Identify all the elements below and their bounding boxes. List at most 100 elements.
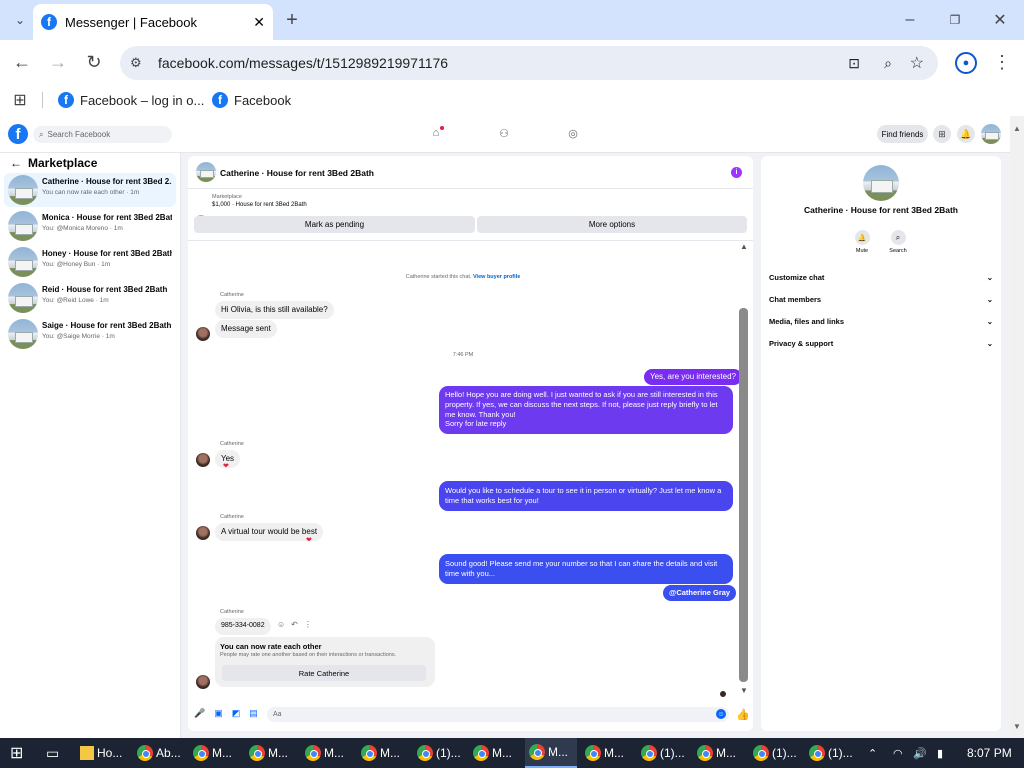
chat-scrollbar[interactable]: ▲ ▼ [739, 242, 749, 695]
profile-icon[interactable]: ● [955, 52, 977, 74]
info-avatar[interactable] [863, 165, 899, 201]
restore-icon[interactable]: ❐ [945, 8, 965, 32]
taskbar-item[interactable]: M... [249, 738, 288, 768]
incoming-message[interactable]: Hi Olivia, is this still available? [215, 301, 334, 319]
chat-header-avatar[interactable] [196, 162, 216, 182]
info-icon[interactable]: i [731, 167, 742, 178]
account-avatar[interactable] [981, 124, 1001, 144]
taskbar-item[interactable]: (1)... [641, 738, 685, 768]
active-tab[interactable]: f Messenger | Facebook ✕ [33, 4, 273, 40]
page-scroll-down-icon[interactable]: ▼ [1013, 722, 1021, 731]
mute-action[interactable]: 🔔 Mute [851, 230, 873, 254]
scroll-down-icon[interactable]: ▼ [740, 686, 748, 695]
window-close-icon[interactable]: ✕ [990, 8, 1010, 32]
mark-as-pending-button[interactable]: Mark as pending [194, 216, 475, 233]
more-options-button[interactable]: More options [477, 216, 747, 233]
menu-grid-icon[interactable]: ⊞ [933, 125, 951, 143]
site-info-icon[interactable]: ⚙ [130, 55, 150, 71]
bookmark-facebook[interactable]: f Facebook [212, 92, 291, 108]
fb-search-box[interactable]: ⌕ Search Facebook [33, 126, 172, 143]
sender-avatar[interactable] [196, 675, 210, 689]
bookmark-star-icon[interactable]: ☆ [910, 53, 924, 73]
find-friends-button[interactable]: Find friends [877, 125, 928, 143]
search-action[interactable]: ⌕ Search [887, 230, 909, 254]
conversation-item-monica[interactable]: Monica · House for rent 3Bed 2Bath You: … [4, 209, 176, 243]
outgoing-message[interactable]: Hello! Hope you are doing well. I just w… [439, 386, 733, 434]
battery-icon[interactable]: ▮ [937, 738, 943, 768]
gif-icon[interactable]: ▤ [249, 708, 258, 719]
taskbar-item[interactable]: Ab... [137, 738, 181, 768]
facebook-logo-icon[interactable]: f [8, 124, 28, 144]
tray-chevron-icon[interactable]: ⌃ [868, 738, 877, 768]
task-view-icon[interactable]: ▭ [46, 738, 59, 768]
customize-chat-section[interactable]: Customize chat ⌄ [769, 273, 993, 282]
taskbar-item[interactable]: M... [697, 738, 736, 768]
taskbar-item[interactable]: M... [193, 738, 232, 768]
forward-icon[interactable]: → [48, 50, 68, 74]
taskbar-item[interactable]: (1)... [417, 738, 461, 768]
notifications-bell-icon[interactable]: 🔔 [957, 125, 975, 143]
new-tab-icon[interactable]: + [282, 8, 302, 32]
conversation-item-reid[interactable]: Reid · House for rent 3Bed 2Bath You: @R… [4, 281, 176, 315]
thumbs-up-icon[interactable]: 👍 [736, 708, 750, 721]
scroll-up-icon[interactable]: ▲ [740, 242, 748, 251]
scrollbar-thumb[interactable] [739, 308, 748, 682]
view-buyer-profile-link[interactable]: View buyer profile [473, 274, 520, 280]
sender-avatar[interactable] [196, 453, 210, 467]
outgoing-message[interactable]: Yes, are you interested? [644, 369, 742, 386]
friends-icon[interactable]: ⚇ [497, 126, 511, 140]
react-icon[interactable]: ☺ [277, 620, 285, 629]
heart-reaction-icon[interactable]: ❤ [306, 536, 312, 544]
outgoing-mention[interactable]: @Catherine Gray [663, 585, 737, 601]
windows-start-icon[interactable]: ⊞ [10, 738, 23, 768]
zoom-icon[interactable]: ⌕ [884, 55, 892, 72]
listing-detail[interactable]: $1,000 · House for rent 3Bed 2Bath [212, 202, 307, 208]
address-bar[interactable]: ⚙ facebook.com/messages/t/15129892199711… [120, 46, 938, 80]
conversation-item-honey[interactable]: Honey · House for rent 3Bed 2Bath You: @… [4, 245, 176, 279]
media-files-links-section[interactable]: Media, files and links ⌄ [769, 317, 993, 326]
taskbar-item[interactable]: (1)... [809, 738, 853, 768]
heart-reaction-icon[interactable]: ❤ [223, 462, 229, 470]
tab-close-icon[interactable]: ✕ [253, 14, 265, 31]
minimize-icon[interactable]: – [900, 8, 920, 32]
bookmark-facebook-login[interactable]: f Facebook – log in o... [58, 92, 204, 108]
more-icon[interactable]: ⋮ [304, 620, 312, 629]
sender-avatar[interactable] [196, 327, 210, 341]
volume-icon[interactable]: 🔊 [913, 738, 927, 768]
taskbar-item[interactable]: M... [585, 738, 624, 768]
privacy-support-section[interactable]: Privacy & support ⌄ [769, 339, 993, 348]
browser-menu-icon[interactable]: ⋮ [992, 50, 1012, 74]
clock[interactable]: 8:07 PM [967, 738, 1012, 768]
tab-search-icon[interactable]: ⌄ [10, 10, 30, 30]
taskbar-item[interactable]: (1)... [753, 738, 797, 768]
chat-members-section[interactable]: Chat members ⌄ [769, 295, 993, 304]
install-app-icon[interactable]: ⊡ [848, 55, 860, 72]
conversation-item-saige[interactable]: Saige · House for rent 3Bed 2Bath You: @… [4, 317, 176, 351]
back-arrow-icon[interactable]: ← [10, 156, 22, 170]
incoming-message[interactable]: Message sent [215, 320, 277, 338]
apps-grid-icon[interactable]: ⊞ [10, 90, 30, 110]
sticker-icon[interactable]: ◩ [232, 708, 241, 719]
microphone-icon[interactable]: 🎤 [194, 708, 205, 719]
wifi-icon[interactable]: ◠ [893, 738, 903, 768]
taskbar-item[interactable]: M... [361, 738, 400, 768]
chat-header-title[interactable]: Catherine · House for rent 3Bed 2Bath [220, 168, 374, 178]
sender-avatar[interactable] [196, 526, 210, 540]
taskbar-item[interactable]: Ho... [80, 738, 122, 768]
taskbar-item[interactable]: M... [305, 738, 344, 768]
outgoing-message[interactable]: Sound good! Please send me your number s… [439, 554, 733, 584]
reload-icon[interactable]: ↻ [84, 50, 104, 74]
taskbar-item-active[interactable]: M... [525, 738, 577, 768]
taskbar-item[interactable]: M... [473, 738, 512, 768]
emoji-icon[interactable]: ☺ [716, 709, 726, 719]
conversation-item-catherine[interactable]: Catherine · House for rent 3Bed 2... You… [4, 173, 176, 207]
groups-icon[interactable]: ◎ [566, 126, 580, 140]
incoming-message[interactable]: 985-334-0082 [215, 618, 271, 635]
page-scroll-up-icon[interactable]: ▲ [1013, 124, 1021, 133]
photo-icon[interactable]: ▣ [214, 708, 223, 719]
reply-icon[interactable]: ↶ [291, 620, 298, 629]
rate-catherine-button[interactable]: Rate Catherine [222, 665, 426, 681]
outgoing-message[interactable]: Would you like to schedule a tour to see… [439, 481, 733, 511]
page-scrollbar[interactable]: ▲ ▼ [1010, 116, 1024, 738]
back-icon[interactable]: ← [12, 50, 32, 74]
